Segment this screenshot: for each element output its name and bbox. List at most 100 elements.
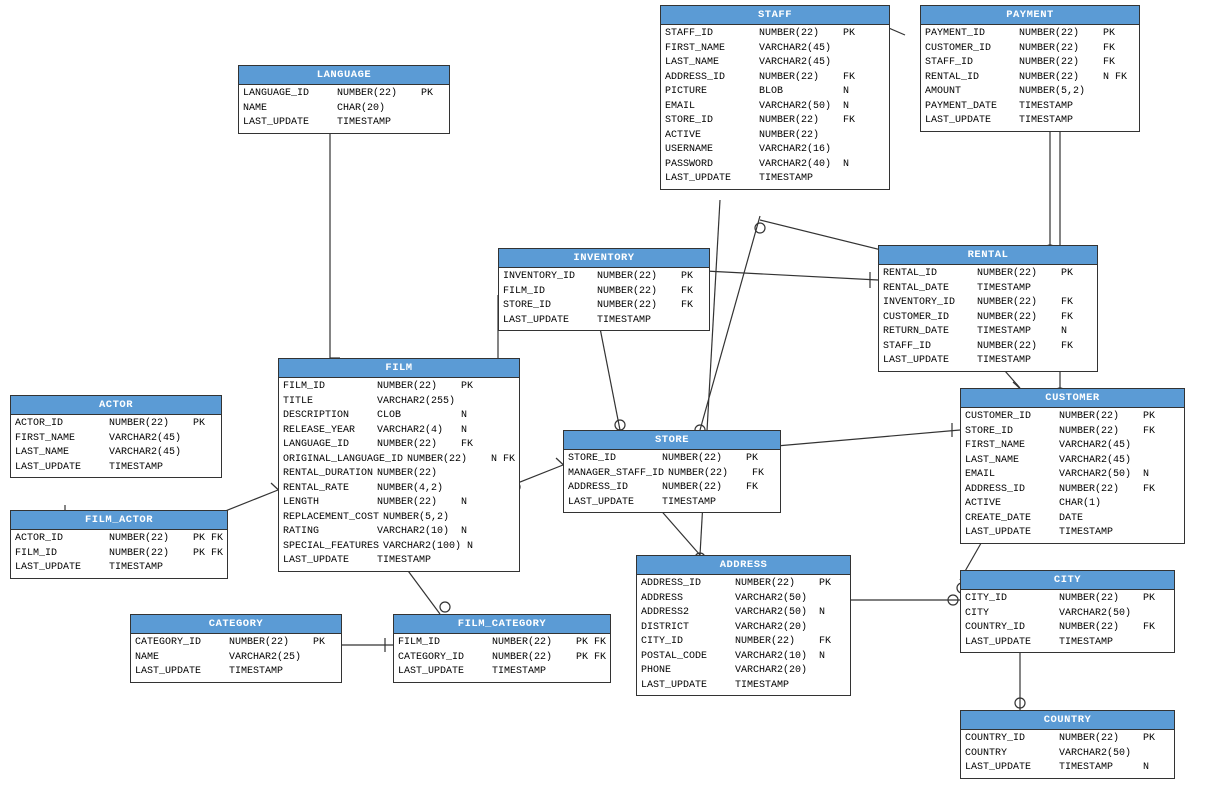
- actor-title: ACTOR: [11, 396, 221, 415]
- table-row: LAST_UPDATETIMESTAMP: [243, 116, 445, 131]
- store-table: STORE STORE_IDNUMBER(22)PK MANAGER_STAFF…: [563, 430, 781, 513]
- table-row: LAST_NAMEVARCHAR2(45): [965, 454, 1180, 469]
- table-row: FILM_IDNUMBER(22)PK FK: [15, 547, 223, 562]
- table-row: EMAILVARCHAR2(50)N: [665, 100, 885, 115]
- table-row: DISTRICTVARCHAR2(20): [641, 621, 846, 636]
- table-row: PAYMENT_IDNUMBER(22)PK: [925, 27, 1135, 42]
- table-row: CITY_IDNUMBER(22)PK: [965, 592, 1170, 607]
- table-row: LAST_UPDATETIMESTAMP: [15, 461, 217, 476]
- table-row: COUNTRYVARCHAR2(50): [965, 747, 1170, 762]
- table-row: ACTOR_IDNUMBER(22)PK: [15, 417, 217, 432]
- staff-title: STAFF: [661, 6, 889, 25]
- language-table: LANGUAGE LANGUAGE_IDNUMBER(22)PK NAMECHA…: [238, 65, 450, 134]
- film-table: FILM FILM_IDNUMBER(22)PK TITLEVARCHAR2(2…: [278, 358, 520, 572]
- table-row: CATEGORY_IDNUMBER(22)PK FK: [398, 651, 606, 666]
- table-row: FILM_IDNUMBER(22)FK: [503, 285, 705, 300]
- table-row: INVENTORY_IDNUMBER(22)PK: [503, 270, 705, 285]
- table-row: LAST_UPDATETIMESTAMP: [925, 114, 1135, 129]
- table-row: REPLACEMENT_COSTNUMBER(5,2): [283, 511, 515, 526]
- table-row: ADDRESS2VARCHAR2(50)N: [641, 606, 846, 621]
- film-actor-table: FILM_ACTOR ACTOR_IDNUMBER(22)PK FK FILM_…: [10, 510, 228, 579]
- city-title: CITY: [961, 571, 1174, 590]
- country-body: COUNTRY_IDNUMBER(22)PK COUNTRYVARCHAR2(5…: [961, 730, 1174, 778]
- payment-table: PAYMENT PAYMENT_IDNUMBER(22)PK CUSTOMER_…: [920, 5, 1140, 132]
- table-row: STORE_IDNUMBER(22)FK: [665, 114, 885, 129]
- table-row: LENGTHNUMBER(22)N: [283, 496, 515, 511]
- table-row: RENTAL_IDNUMBER(22)N FK: [925, 71, 1135, 86]
- table-row: RENTAL_DURATIONNUMBER(22): [283, 467, 515, 482]
- store-title: STORE: [564, 431, 780, 450]
- customer-table: CUSTOMER CUSTOMER_IDNUMBER(22)PK STORE_I…: [960, 388, 1185, 544]
- table-row: RENTAL_IDNUMBER(22)PK: [883, 267, 1093, 282]
- table-row: LAST_UPDATETIMESTAMP: [965, 526, 1180, 541]
- table-row: LAST_UPDATETIMESTAMP: [283, 554, 515, 569]
- table-row: FILM_IDNUMBER(22)PK FK: [398, 636, 606, 651]
- table-row: RATINGVARCHAR2(10)N: [283, 525, 515, 540]
- customer-title: CUSTOMER: [961, 389, 1184, 408]
- film-category-title: FILM_CATEGORY: [394, 615, 610, 634]
- film-category-body: FILM_IDNUMBER(22)PK FK CATEGORY_IDNUMBER…: [394, 634, 610, 682]
- table-row: LAST_UPDATETIMESTAMP: [883, 354, 1093, 369]
- table-row: NAMECHAR(20): [243, 102, 445, 117]
- address-title: ADDRESS: [637, 556, 850, 575]
- rental-table: RENTAL RENTAL_IDNUMBER(22)PK RENTAL_DATE…: [878, 245, 1098, 372]
- table-row: CITY_IDNUMBER(22)FK: [641, 635, 846, 650]
- address-table: ADDRESS ADDRESS_IDNUMBER(22)PK ADDRESSVA…: [636, 555, 851, 696]
- film-actor-title: FILM_ACTOR: [11, 511, 227, 530]
- table-row: LAST_NAMEVARCHAR2(45): [15, 446, 217, 461]
- table-row: PHONEVARCHAR2(20): [641, 664, 846, 679]
- table-row: TITLEVARCHAR2(255): [283, 395, 515, 410]
- rental-body: RENTAL_IDNUMBER(22)PK RENTAL_DATETIMESTA…: [879, 265, 1097, 371]
- table-row: COUNTRY_IDNUMBER(22)PK: [965, 732, 1170, 747]
- language-title: LANGUAGE: [239, 66, 449, 85]
- table-row: LAST_NAMEVARCHAR2(45): [665, 56, 885, 71]
- table-row: PAYMENT_DATETIMESTAMP: [925, 100, 1135, 115]
- table-row: POSTAL_CODEVARCHAR2(10)N: [641, 650, 846, 665]
- table-row: LAST_UPDATETIMESTAMP: [568, 496, 776, 511]
- film-title: FILM: [279, 359, 519, 378]
- table-row: ADDRESS_IDNUMBER(22)PK: [641, 577, 846, 592]
- table-row: COUNTRY_IDNUMBER(22)FK: [965, 621, 1170, 636]
- table-row: INVENTORY_IDNUMBER(22)FK: [883, 296, 1093, 311]
- language-body: LANGUAGE_IDNUMBER(22)PK NAMECHAR(20) LAS…: [239, 85, 449, 133]
- customer-body: CUSTOMER_IDNUMBER(22)PK STORE_IDNUMBER(2…: [961, 408, 1184, 543]
- country-table: COUNTRY COUNTRY_IDNUMBER(22)PK COUNTRYVA…: [960, 710, 1175, 779]
- table-row: RENTAL_RATENUMBER(4,2): [283, 482, 515, 497]
- category-body: CATEGORY_IDNUMBER(22)PK NAMEVARCHAR2(25)…: [131, 634, 341, 682]
- film-category-table: FILM_CATEGORY FILM_IDNUMBER(22)PK FK CAT…: [393, 614, 611, 683]
- inventory-body: INVENTORY_IDNUMBER(22)PK FILM_IDNUMBER(2…: [499, 268, 709, 330]
- table-row: ACTIVECHAR(1): [965, 497, 1180, 512]
- table-row: RETURN_DATETIMESTAMPN: [883, 325, 1093, 340]
- table-row: FIRST_NAMEVARCHAR2(45): [665, 42, 885, 57]
- table-row: FIRST_NAMEVARCHAR2(45): [965, 439, 1180, 454]
- table-row: STORE_IDNUMBER(22)PK: [568, 452, 776, 467]
- store-body: STORE_IDNUMBER(22)PK MANAGER_STAFF_IDNUM…: [564, 450, 780, 512]
- table-row: STAFF_IDNUMBER(22)FK: [925, 56, 1135, 71]
- table-row: CUSTOMER_IDNUMBER(22)FK: [883, 311, 1093, 326]
- city-table: CITY CITY_IDNUMBER(22)PK CITYVARCHAR2(50…: [960, 570, 1175, 653]
- payment-body: PAYMENT_IDNUMBER(22)PK CUSTOMER_IDNUMBER…: [921, 25, 1139, 131]
- table-row: STORE_IDNUMBER(22)FK: [965, 425, 1180, 440]
- table-row: CUSTOMER_IDNUMBER(22)PK: [965, 410, 1180, 425]
- staff-table: STAFF STAFF_IDNUMBER(22)PK FIRST_NAMEVAR…: [660, 5, 890, 190]
- table-row: LAST_UPDATETIMESTAMPN: [965, 761, 1170, 776]
- table-row: ADDRESS_IDNUMBER(22)FK: [665, 71, 885, 86]
- table-row: FIRST_NAMEVARCHAR2(45): [15, 432, 217, 447]
- table-row: USERNAMEVARCHAR2(16): [665, 143, 885, 158]
- table-row: PICTUREBLOBN: [665, 85, 885, 100]
- table-row: LANGUAGE_IDNUMBER(22)FK: [283, 438, 515, 453]
- table-row: CITYVARCHAR2(50): [965, 607, 1170, 622]
- table-row: SPECIAL_FEATURESVARCHAR2(100)N: [283, 540, 515, 555]
- actor-table: ACTOR ACTOR_IDNUMBER(22)PK FIRST_NAMEVAR…: [10, 395, 222, 478]
- table-row: STAFF_IDNUMBER(22)PK: [665, 27, 885, 42]
- table-row: LAST_UPDATETIMESTAMP: [15, 561, 223, 576]
- table-row: ACTIVENUMBER(22): [665, 129, 885, 144]
- table-row: STORE_IDNUMBER(22)FK: [503, 299, 705, 314]
- film-body: FILM_IDNUMBER(22)PK TITLEVARCHAR2(255) D…: [279, 378, 519, 571]
- table-row: CREATE_DATEDATE: [965, 512, 1180, 527]
- diagram-container: STAFF STAFF_IDNUMBER(22)PK FIRST_NAMEVAR…: [0, 0, 1219, 805]
- table-row: LANGUAGE_IDNUMBER(22)PK: [243, 87, 445, 102]
- table-row: LAST_UPDATETIMESTAMP: [398, 665, 606, 680]
- table-row: STAFF_IDNUMBER(22)FK: [883, 340, 1093, 355]
- category-title: CATEGORY: [131, 615, 341, 634]
